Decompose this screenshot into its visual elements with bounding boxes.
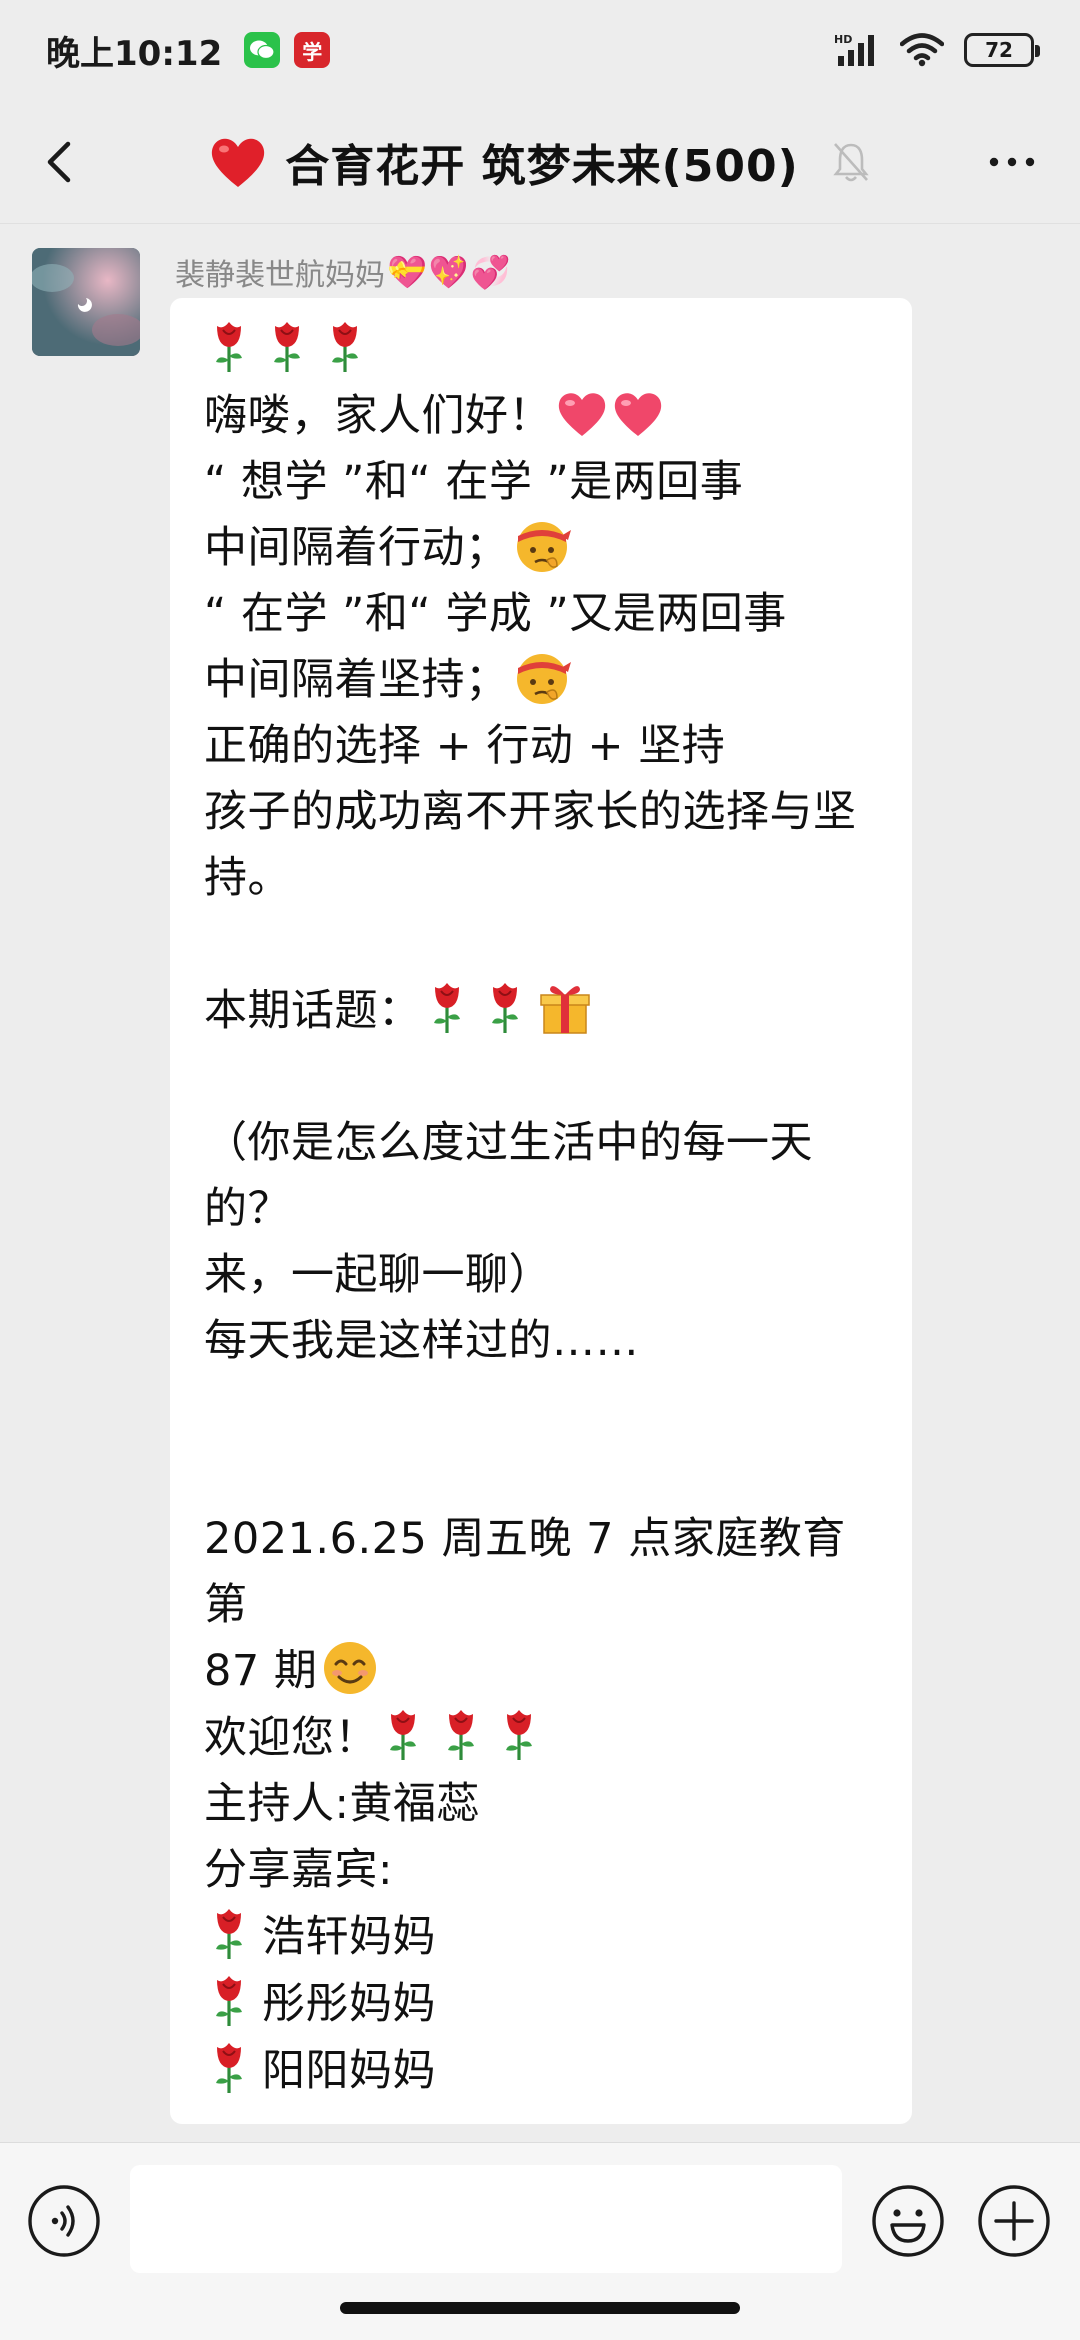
network-label: HD bbox=[834, 33, 852, 46]
heart-icon bbox=[614, 393, 662, 436]
message-text: 主持人:黄福蕊 bbox=[204, 1779, 480, 1829]
message-line: 欢迎您！ bbox=[204, 1704, 882, 1771]
sparkle-heart-icon: 💖 bbox=[428, 253, 469, 291]
voice-icon[interactable] bbox=[26, 2183, 102, 2259]
chat-title: 合育花开 筑梦未来(500) bbox=[285, 140, 799, 192]
message-text: 本期话题： bbox=[204, 986, 422, 1036]
message-line: “ 在学 ”和“ 学成 ”又是两回事 bbox=[204, 581, 882, 647]
wechat-icon bbox=[244, 32, 281, 68]
message-line: 主持人:黄福蕊 bbox=[204, 1771, 882, 1837]
message-text: 持。 bbox=[204, 853, 291, 903]
message-text: 分享嘉宾: bbox=[204, 1845, 393, 1895]
message-line: 每天我是这样过的…… bbox=[204, 1308, 882, 1374]
rose-icon bbox=[332, 322, 358, 372]
message-line: 正确的选择 + 行动 + 坚持 bbox=[204, 713, 882, 779]
message-text: 嗨喽，家人们好！ bbox=[204, 391, 552, 441]
message-text: 每天我是这样过的…… bbox=[204, 1316, 639, 1366]
message-text: “ 在学 ”和“ 学成 ”又是两回事 bbox=[204, 589, 787, 639]
status-bar: 晚上10:12 学 HD 72 bbox=[0, 0, 1080, 100]
message-line: 孩子的成功离不开家长的选择与坚 bbox=[204, 779, 882, 845]
rose-icon bbox=[216, 1909, 242, 1959]
message-text: 中间隔着行动； bbox=[204, 523, 509, 573]
smile-icon bbox=[324, 1642, 377, 1694]
avatar[interactable] bbox=[32, 248, 140, 356]
headband-face-icon bbox=[516, 654, 571, 704]
message-line: 阳阳妈妈 bbox=[204, 2037, 882, 2104]
plus-icon[interactable] bbox=[976, 2183, 1052, 2259]
battery-indicator: 72 bbox=[964, 33, 1040, 67]
message-text: “ 想学 ”和“ 在学 ”是两回事 bbox=[204, 457, 744, 507]
chat-header: 合育花开 筑梦未来(500) bbox=[0, 100, 1080, 224]
sender-name: 裴静裴世航妈妈 💝 💖 💞 bbox=[175, 250, 511, 294]
message-line: 87 期 bbox=[204, 1638, 882, 1704]
message-line: 2021.6.25 周五晚 7 点家庭教育第 bbox=[204, 1506, 882, 1638]
message-line: 中间隔着行动； bbox=[204, 515, 882, 581]
message-line bbox=[204, 1374, 882, 1440]
rose-icon bbox=[448, 1710, 474, 1760]
chat-area[interactable]: 裴静裴世航妈妈 💝 💖 💞 嗨喽，家人们好！ “ 想学 ”和“ 在学 ”是两回事中… bbox=[0, 224, 1080, 2142]
back-icon[interactable] bbox=[30, 130, 94, 194]
status-time: 晚上10:12 bbox=[46, 33, 223, 74]
message-line bbox=[204, 911, 882, 977]
message-text: 来，一起聊一聊） bbox=[204, 1250, 552, 1300]
message-line: 本期话题： bbox=[204, 977, 882, 1044]
message-text: 中间隔着坚持； bbox=[204, 655, 509, 705]
message-text: 欢迎您！ bbox=[204, 1713, 378, 1763]
more-icon[interactable] bbox=[980, 130, 1044, 194]
message-text: 彤彤妈妈 bbox=[262, 1979, 436, 2029]
status-indicators: HD 72 bbox=[834, 32, 1040, 68]
message-line: 持。 bbox=[204, 845, 882, 911]
heart-icon bbox=[212, 138, 265, 187]
message-line: “ 想学 ”和“ 在学 ”是两回事 bbox=[204, 449, 882, 515]
rose-icon bbox=[491, 983, 518, 1033]
message-line: 分享嘉宾: bbox=[204, 1837, 882, 1903]
rose-icon bbox=[390, 1710, 416, 1760]
message-line: 彤彤妈妈 bbox=[204, 1970, 882, 2037]
chat-title-group: 合育花开 筑梦未来(500) bbox=[209, 130, 870, 194]
rose-icon bbox=[216, 1976, 242, 2026]
message-input[interactable] bbox=[130, 2165, 842, 2273]
message-text: 浩轩妈妈 bbox=[262, 1912, 436, 1962]
message-text: 87 期 bbox=[204, 1646, 318, 1696]
message-line: 来，一起聊一聊） bbox=[204, 1242, 882, 1308]
message-bubble[interactable]: 嗨喽，家人们好！ “ 想学 ”和“ 在学 ”是两回事 中间隔着行动； “ 在学 ”和“… bbox=[170, 298, 912, 2124]
rose-icon bbox=[506, 1710, 532, 1760]
rose-icon bbox=[216, 2043, 242, 2093]
rose-icon bbox=[216, 322, 242, 372]
message-line: （你是怎么度过生活中的每一天的？ bbox=[204, 1110, 882, 1242]
message-text: 正确的选择 + 行动 + 坚持 bbox=[204, 721, 726, 771]
rose-icon bbox=[433, 983, 460, 1033]
headband-face-icon bbox=[516, 522, 571, 572]
message-line: 中间隔着坚持； bbox=[204, 647, 882, 713]
mute-bell-icon bbox=[832, 142, 869, 181]
message-line: 浩轩妈妈 bbox=[204, 1903, 882, 1970]
message-text: （你是怎么度过生活中的每一天的？ bbox=[204, 1118, 813, 1234]
wifi-icon bbox=[900, 33, 944, 67]
message-line: 嗨喽，家人们好！ bbox=[204, 383, 882, 449]
message-line bbox=[204, 1044, 882, 1110]
emoji-icon[interactable] bbox=[870, 2183, 946, 2259]
sender-name-text: 裴静裴世航妈妈 bbox=[175, 258, 385, 293]
message-line bbox=[204, 2104, 882, 2142]
gift-icon bbox=[539, 986, 590, 1034]
gift-heart-icon: 💝 bbox=[387, 253, 427, 291]
app-notification-icon: 学 bbox=[294, 32, 331, 68]
two-hearts-icon: 💞 bbox=[470, 253, 511, 291]
signal-icon: HD bbox=[834, 33, 874, 66]
message-line bbox=[204, 316, 882, 383]
message-line bbox=[204, 1440, 882, 1506]
message-text: 孩子的成功离不开家长的选择与坚 bbox=[204, 787, 857, 837]
heart-icon bbox=[558, 393, 606, 436]
rose-icon bbox=[274, 322, 300, 372]
message-text: 阳阳妈妈 bbox=[262, 2046, 436, 2096]
message-text: 2021.6.25 周五晚 7 点家庭教育第 bbox=[204, 1514, 846, 1630]
home-indicator[interactable] bbox=[340, 2302, 740, 2314]
